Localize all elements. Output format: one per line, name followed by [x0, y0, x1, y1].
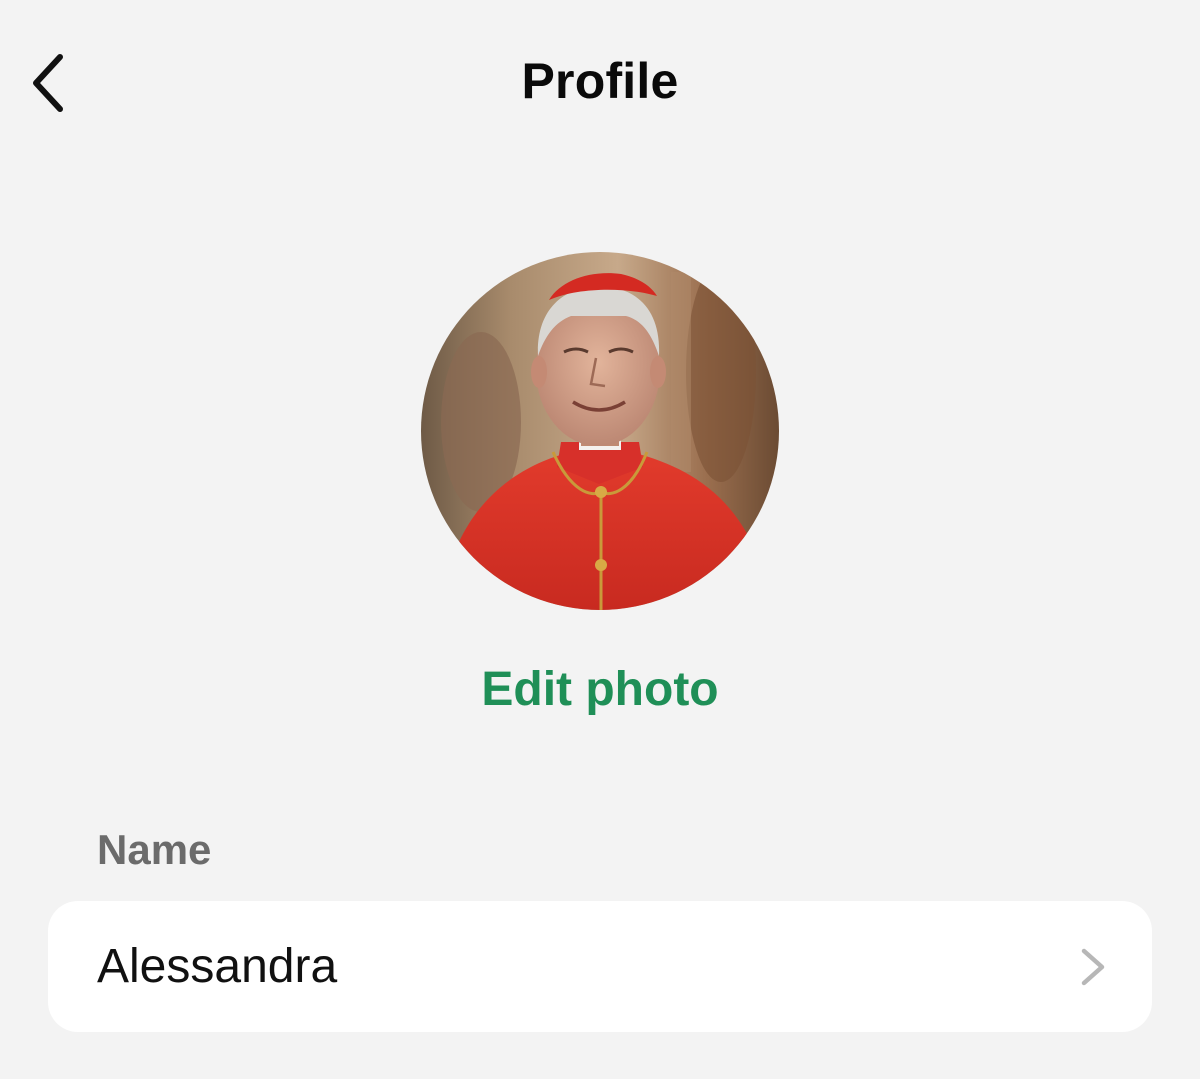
edit-photo-button[interactable]: Edit photo: [0, 662, 1200, 717]
chevron-right-icon: [1081, 948, 1105, 986]
name-field-row[interactable]: Alessandra: [48, 901, 1152, 1032]
page-title: Profile: [521, 53, 679, 109]
profile-photo: [421, 252, 779, 610]
navigation-bar: Profile: [0, 0, 1200, 165]
name-value: Alessandra: [97, 940, 338, 993]
avatar[interactable]: [421, 252, 779, 610]
name-section-label: Name: [97, 826, 212, 873]
